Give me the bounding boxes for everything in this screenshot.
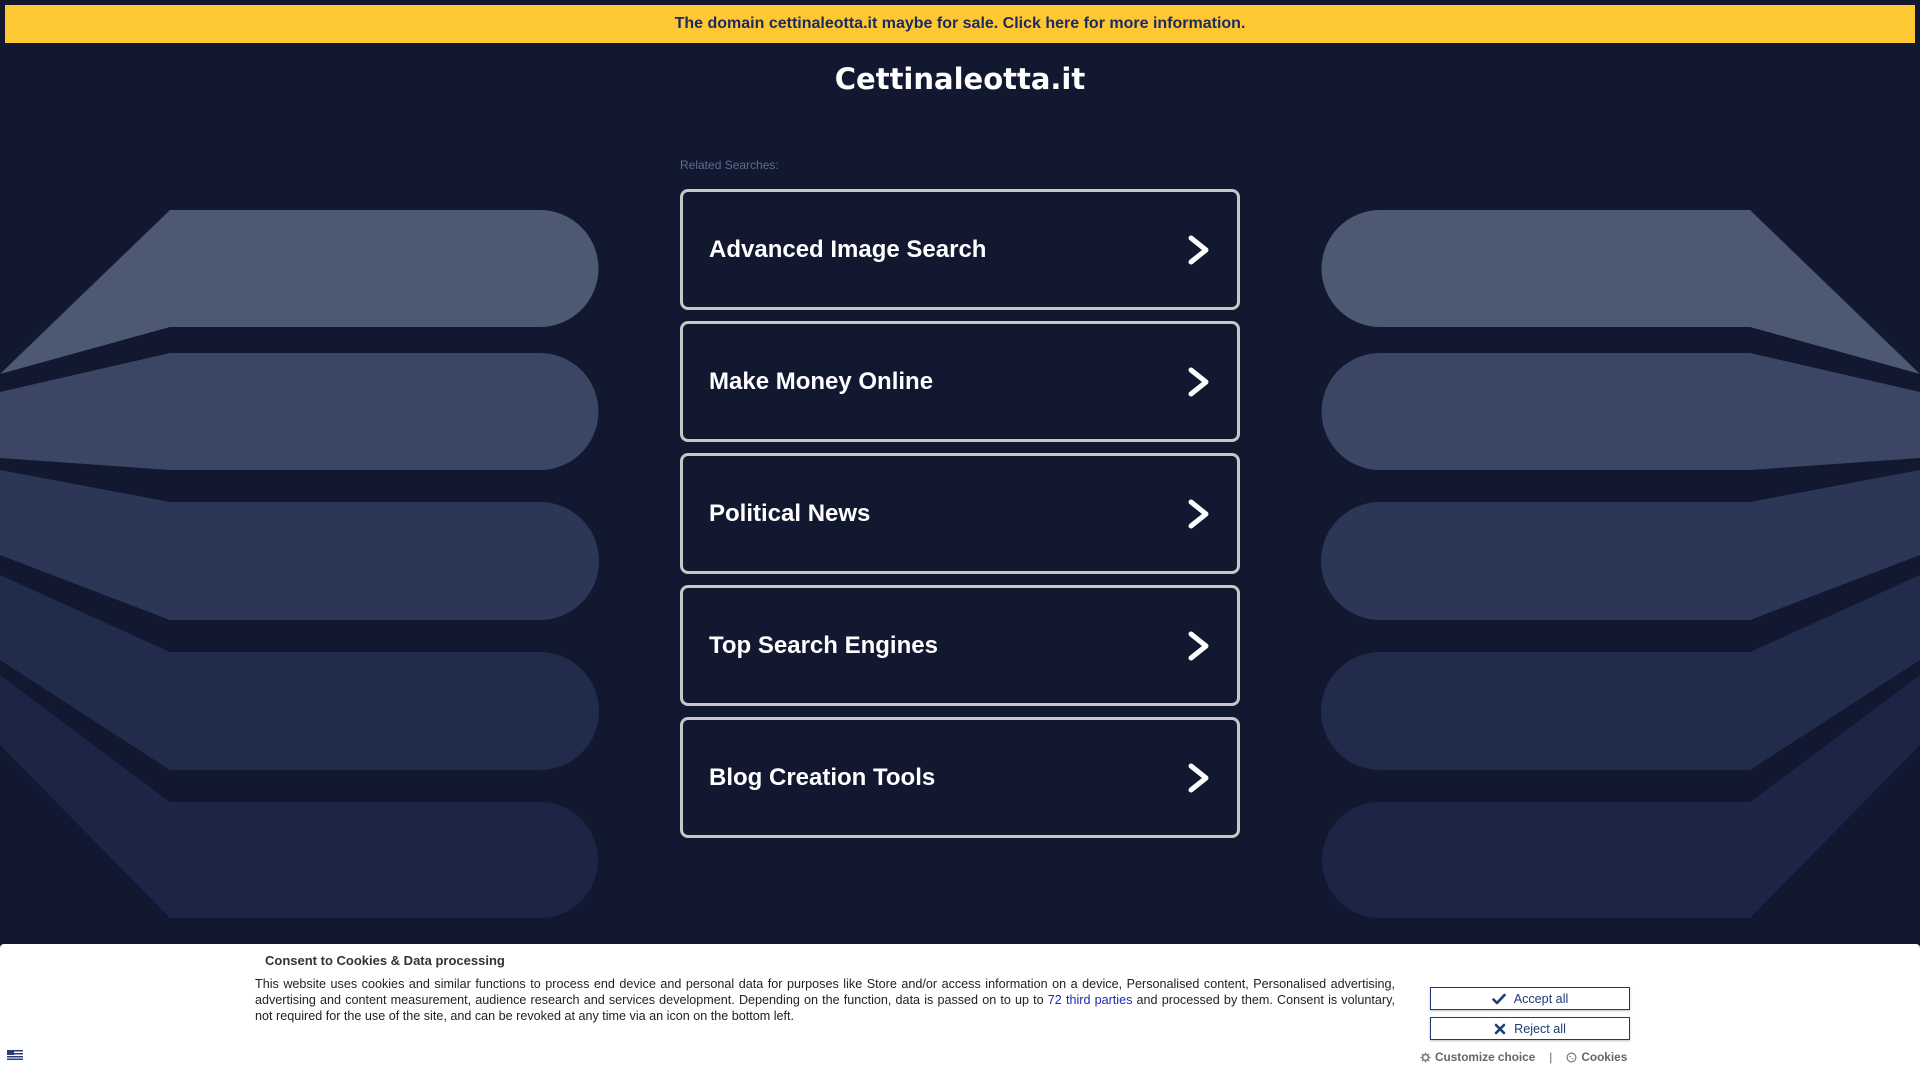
reject-all-label: Reject all: [1514, 1021, 1566, 1036]
chevron-right-icon: [1188, 235, 1209, 265]
consent-text: This website uses cookies and similar fu…: [255, 976, 1395, 1024]
footer-separator: |: [1549, 1050, 1553, 1064]
related-searches-list: Advanced Image Search Make Money Online …: [680, 189, 1240, 849]
background-right-shapes: [1321, 210, 1920, 918]
search-link-label: Political News: [709, 500, 871, 527]
chevron-right-icon: [1188, 631, 1209, 661]
customize-choice-label: Customize choice: [1435, 1050, 1536, 1064]
customize-choice-link[interactable]: Customize choice: [1420, 1050, 1535, 1064]
chevron-right-icon: [1188, 367, 1209, 397]
cookies-link[interactable]: Cookies: [1566, 1050, 1627, 1064]
search-link-make-money-online[interactable]: Make Money Online: [680, 321, 1240, 442]
search-link-advanced-image-search[interactable]: Advanced Image Search: [680, 189, 1240, 310]
related-searches-label: Related Searches:: [680, 158, 779, 172]
background-left-shapes: [0, 210, 599, 918]
search-link-label: Advanced Image Search: [709, 236, 987, 263]
cookie-icon: [1566, 1052, 1577, 1062]
cookie-consent-panel: Consent to Cookies & Data processing Thi…: [0, 944, 1920, 1080]
cookies-label: Cookies: [1581, 1050, 1628, 1064]
search-link-top-search-engines[interactable]: Top Search Engines: [680, 585, 1240, 706]
consent-footer-links: Customize choice | Cookies: [1420, 1050, 1627, 1064]
third-parties-link[interactable]: 72 third parties: [1048, 993, 1133, 1007]
search-link-political-news[interactable]: Political News: [680, 453, 1240, 574]
site-title: Cettinaleotta.it: [834, 62, 1086, 96]
reject-all-button[interactable]: Reject all: [1430, 1017, 1630, 1040]
chevron-right-icon: [1188, 499, 1209, 529]
check-icon: [1491, 993, 1506, 1004]
consent-title: Consent to Cookies & Data processing: [265, 953, 505, 968]
chevron-right-icon: [1188, 763, 1209, 793]
domain-sale-banner[interactable]: The domain cettinaleotta.it maybe for sa…: [5, 5, 1915, 43]
search-link-label: Top Search Engines: [709, 632, 938, 659]
search-link-label: Blog Creation Tools: [709, 764, 936, 791]
search-link-blog-creation-tools[interactable]: Blog Creation Tools: [680, 717, 1240, 838]
search-link-label: Make Money Online: [709, 368, 934, 395]
accept-all-label: Accept all: [1513, 991, 1569, 1006]
flag-icon[interactable]: [7, 1050, 23, 1060]
gear-icon: [1420, 1051, 1431, 1063]
accept-all-button[interactable]: Accept all: [1430, 987, 1630, 1010]
close-icon: [1494, 1023, 1506, 1034]
